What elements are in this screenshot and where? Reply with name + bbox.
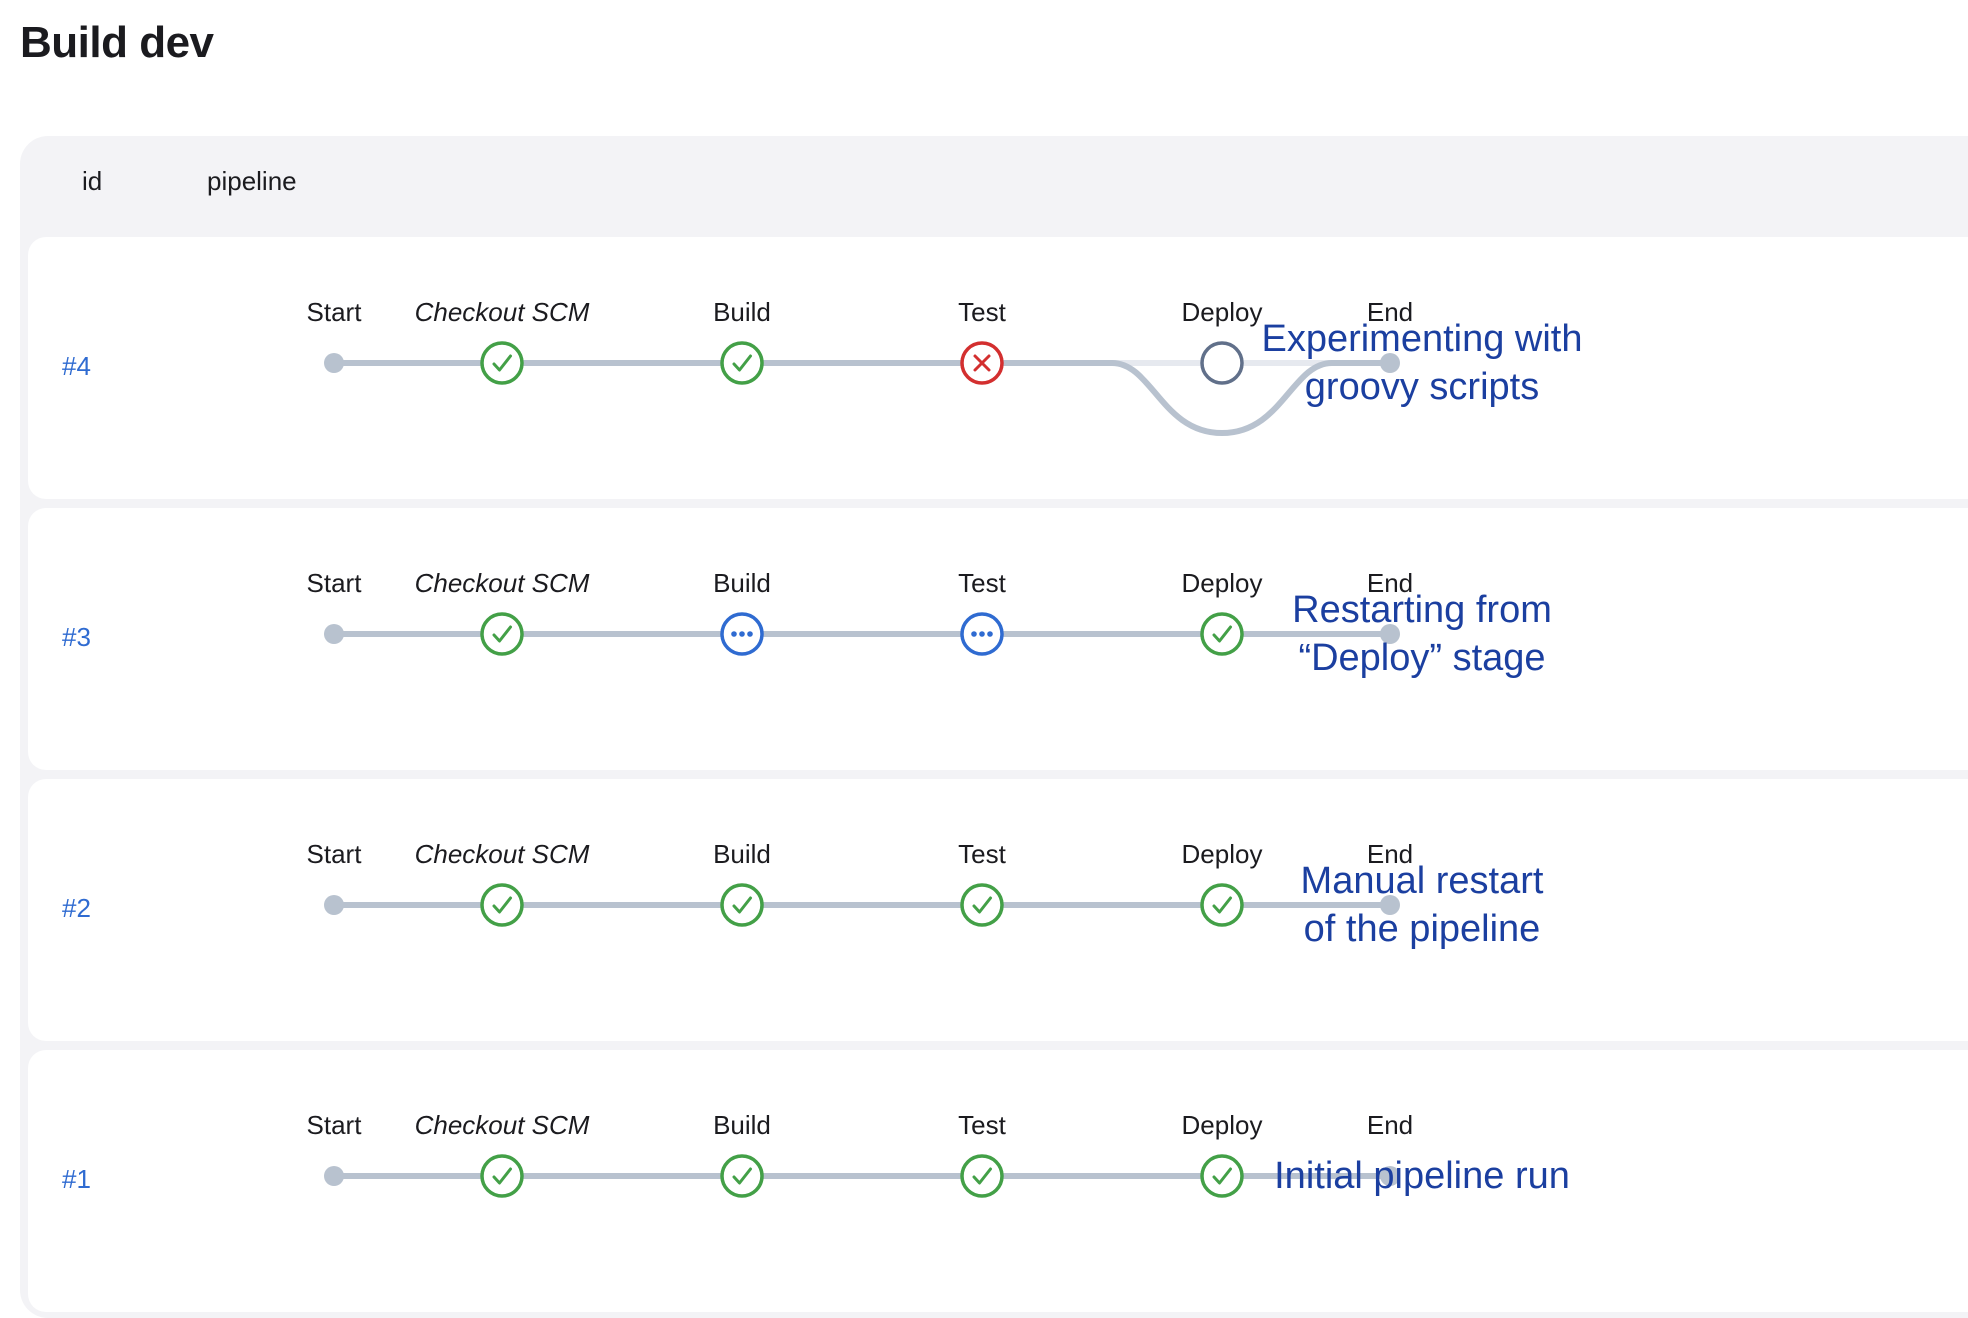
stage-label-start: Start [307, 839, 363, 869]
stage-label-test: Test [958, 1110, 1006, 1140]
stage-label-build: Build [713, 297, 771, 327]
stage-node-build[interactable] [720, 1154, 764, 1198]
stage-node-checkout-scm[interactable] [480, 883, 524, 927]
annotation-line: Restarting from [1292, 589, 1552, 631]
ellipsis-icon [731, 631, 753, 637]
stage-label-start: Start [307, 297, 363, 327]
stage-label-test: Test [958, 297, 1006, 327]
stage-label-checkout-scm: Checkout SCM [415, 568, 590, 598]
column-header-pipeline: pipeline [207, 166, 297, 196]
stage-label-build: Build [713, 1110, 771, 1140]
annotation-line: Experimenting with [1261, 318, 1583, 360]
page-title: Build dev [20, 18, 214, 67]
table-row: #1 Start Checkout SCM Build Test Deploy End Ini… [28, 1050, 1968, 1312]
runs-table: id pipeline #4 Start Checkout SCM Build Test… [20, 136, 1968, 1318]
ellipsis-icon [971, 631, 993, 637]
run-annotation: Experimenting with groovy scripts [1162, 315, 1682, 411]
stage-node-test[interactable] [960, 341, 1004, 385]
stage-node-test[interactable] [960, 883, 1004, 927]
run-annotation: Restarting from “Deploy” stage [1162, 586, 1682, 682]
stage-label-deploy: Deploy [1182, 1110, 1263, 1140]
annotation-line: groovy scripts [1304, 366, 1540, 408]
stage-node-build[interactable] [720, 612, 764, 656]
table-row: #4 Start Checkout SCM Build Test Deploy End Exp… [28, 237, 1968, 499]
stage-label-start: Start [307, 568, 363, 598]
run-annotation: Initial pipeline run [1162, 1152, 1682, 1200]
stage-node-test[interactable] [960, 612, 1004, 656]
stage-label-checkout-scm: Checkout SCM [415, 297, 590, 327]
stage-node-checkout-scm[interactable] [480, 1154, 524, 1198]
run-annotation: Manual restart of the pipeline [1162, 857, 1682, 953]
stage-label-end: End [1367, 1110, 1413, 1140]
stage-label-test: Test [958, 839, 1006, 869]
stage-node-test[interactable] [960, 1154, 1004, 1198]
stage-label-test: Test [958, 568, 1006, 598]
stage-label-build: Build [713, 568, 771, 598]
start-node-dot [324, 624, 344, 644]
stage-label-start: Start [307, 1110, 363, 1140]
stage-node-checkout-scm[interactable] [480, 341, 524, 385]
stage-label-checkout-scm: Checkout SCM [415, 1110, 590, 1140]
table-row: #2 Start Checkout SCM Build Test Deploy End Man… [28, 779, 1968, 1041]
annotation-line: “Deploy” stage [1298, 637, 1546, 679]
stage-label-checkout-scm: Checkout SCM [415, 839, 590, 869]
annotation-line: Initial pipeline run [1274, 1155, 1570, 1197]
annotation-line: Manual restart [1300, 860, 1544, 902]
stage-label-build: Build [713, 839, 771, 869]
stage-node-checkout-scm[interactable] [480, 612, 524, 656]
start-node-dot [324, 353, 344, 373]
stage-node-build[interactable] [720, 883, 764, 927]
column-header-id: id [82, 166, 103, 196]
start-node-dot [324, 895, 344, 915]
stage-node-build[interactable] [720, 341, 764, 385]
start-node-dot [324, 1166, 344, 1186]
annotation-line: of the pipeline [1303, 908, 1541, 950]
table-header: id pipeline [20, 136, 1968, 232]
table-row: #3 Start Checkout SCM Build Test Deploy End Res… [28, 508, 1968, 770]
